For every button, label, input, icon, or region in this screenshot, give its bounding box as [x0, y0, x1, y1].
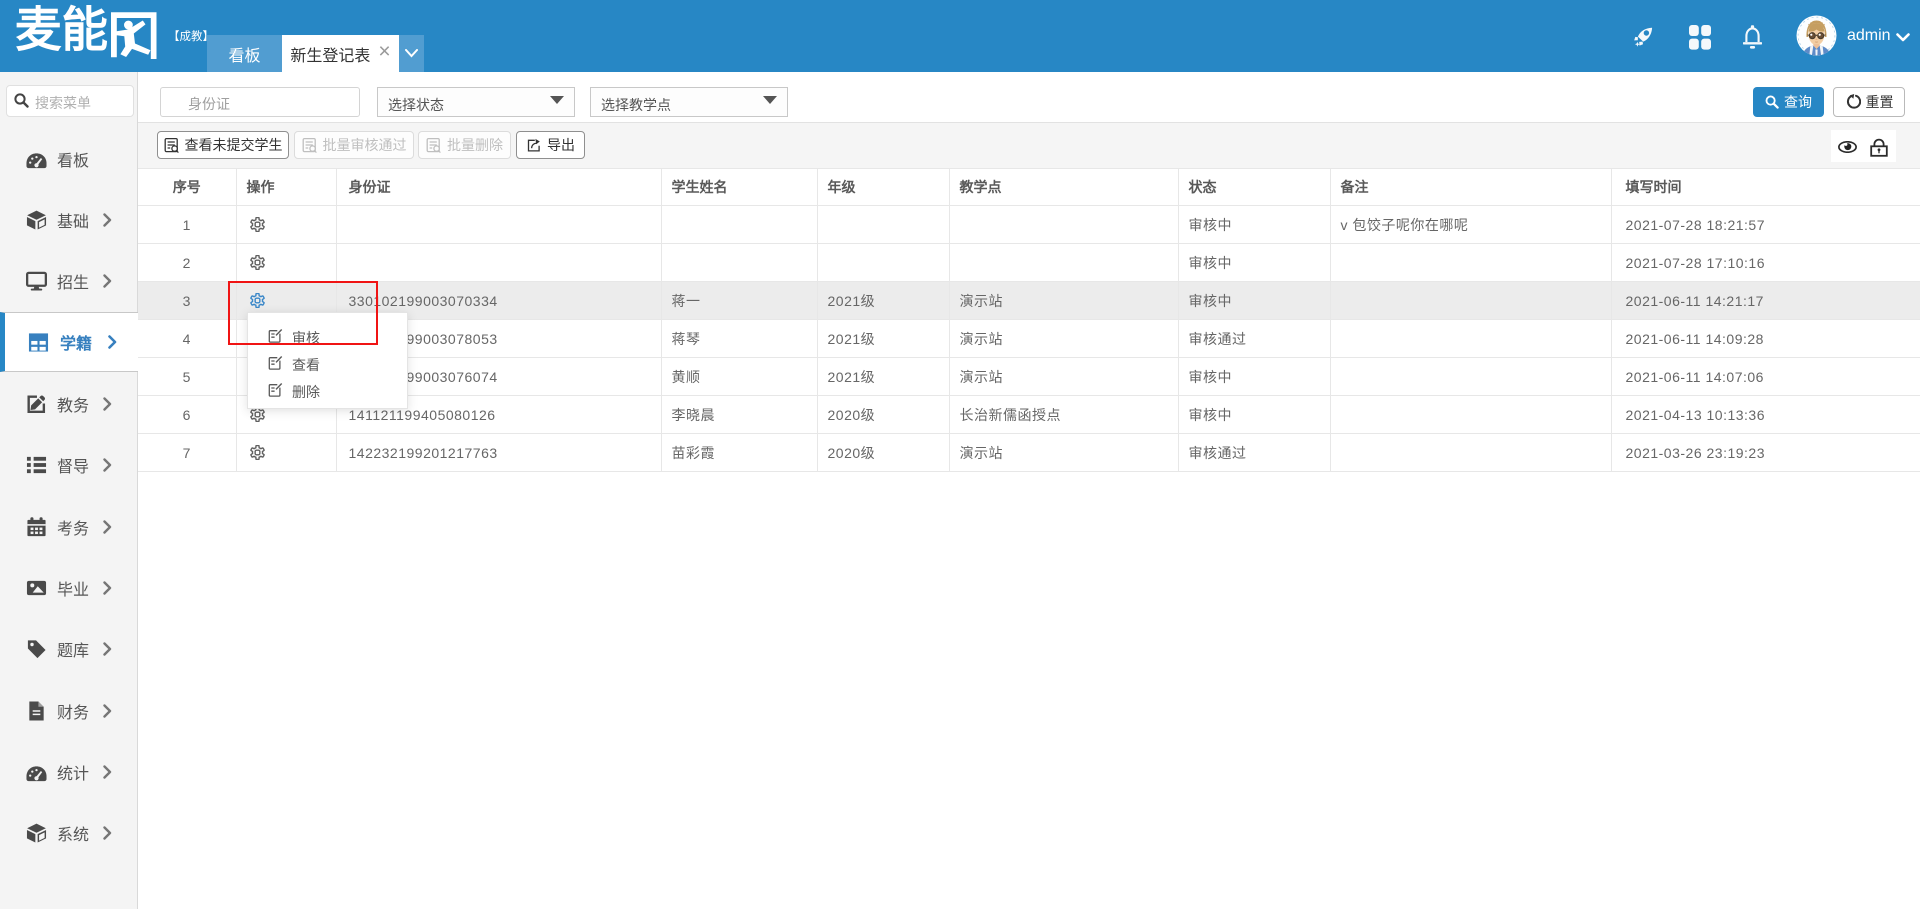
svg-text:麦能: 麦能 [15, 4, 108, 57]
